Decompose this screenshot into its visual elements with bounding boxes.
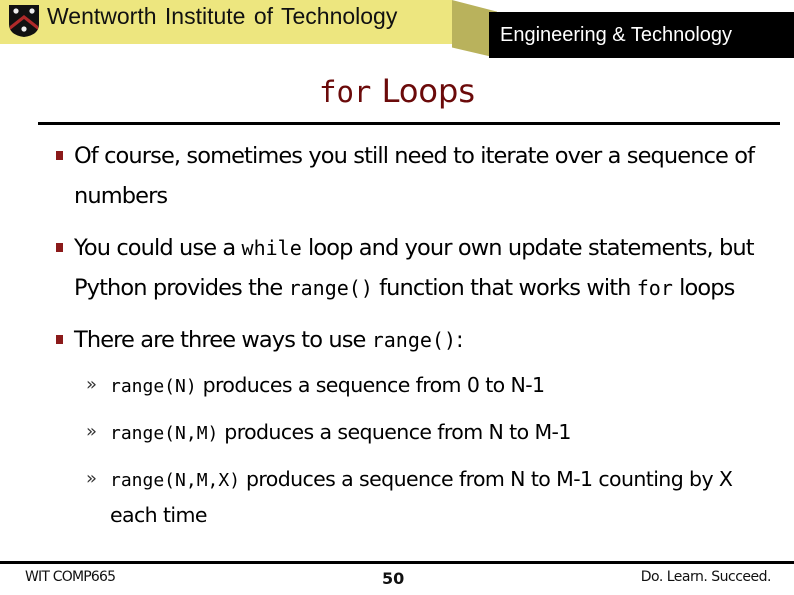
sub-bullet-list: » range(N) produces a sequence from 0 to… xyxy=(55,368,775,532)
bullet-marker-icon xyxy=(56,335,63,344)
inline-code: while xyxy=(241,236,302,260)
footer-divider xyxy=(0,561,794,564)
footer-slogan: Do. Learn. Succeed. xyxy=(640,569,772,585)
department-name: Engineering & Technology xyxy=(500,24,733,46)
bullet-text: There are three ways to use xyxy=(74,327,372,353)
bullet-text: : xyxy=(456,327,464,353)
bullet-marker-icon xyxy=(56,243,63,252)
sub-bullet-item: » range(N,M,X) produces a sequence from … xyxy=(55,462,775,532)
bullet-text: function that works with xyxy=(372,275,637,301)
page-number: 50 xyxy=(382,569,405,588)
slide-title-code: for xyxy=(319,75,372,109)
footer-course: WIT COMP665 xyxy=(25,569,116,585)
inline-code: range() xyxy=(371,328,457,352)
slide-title-text: Loops xyxy=(371,72,475,110)
institution-name: Wentworth Institute of Technology xyxy=(47,3,398,29)
sub-bullet-item: » range(N) produces a sequence from 0 to… xyxy=(55,368,775,404)
wit-shield-logo-icon xyxy=(9,5,39,37)
bullet-item: You could use a while loop and your own … xyxy=(55,228,775,308)
inline-code: range(N,M,X) xyxy=(110,470,241,491)
bullet-list: Of course, sometimes you still need to i… xyxy=(55,136,775,532)
institution-banner: Wentworth Institute of Technology xyxy=(0,0,452,44)
bullet-item: Of course, sometimes you still need to i… xyxy=(55,136,775,216)
inline-code: range(N) xyxy=(110,376,197,397)
inline-code: for xyxy=(636,276,673,300)
bullet-text: You could use a xyxy=(74,235,242,261)
inline-code: range(N,M) xyxy=(110,423,219,444)
bullet-marker-icon xyxy=(56,151,63,160)
bullet-item: There are three ways to use range(): xyxy=(55,320,775,360)
chevron-right-icon: » xyxy=(86,421,97,442)
slide-title: for Loops xyxy=(0,72,794,110)
inline-code: range() xyxy=(288,276,373,300)
sub-bullet-text: produces a sequence from 0 to N-1 xyxy=(196,373,545,397)
title-divider xyxy=(38,122,780,125)
chevron-right-icon: » xyxy=(86,374,97,395)
sub-bullet-text: produces a sequence from N to M-1 xyxy=(218,420,571,444)
bullet-text: Of course, sometimes you still need to i… xyxy=(74,143,755,209)
sub-bullet-item: » range(N,M) produces a sequence from N … xyxy=(55,415,775,451)
bullet-text: loops xyxy=(672,275,735,301)
chevron-right-icon: » xyxy=(86,468,97,489)
